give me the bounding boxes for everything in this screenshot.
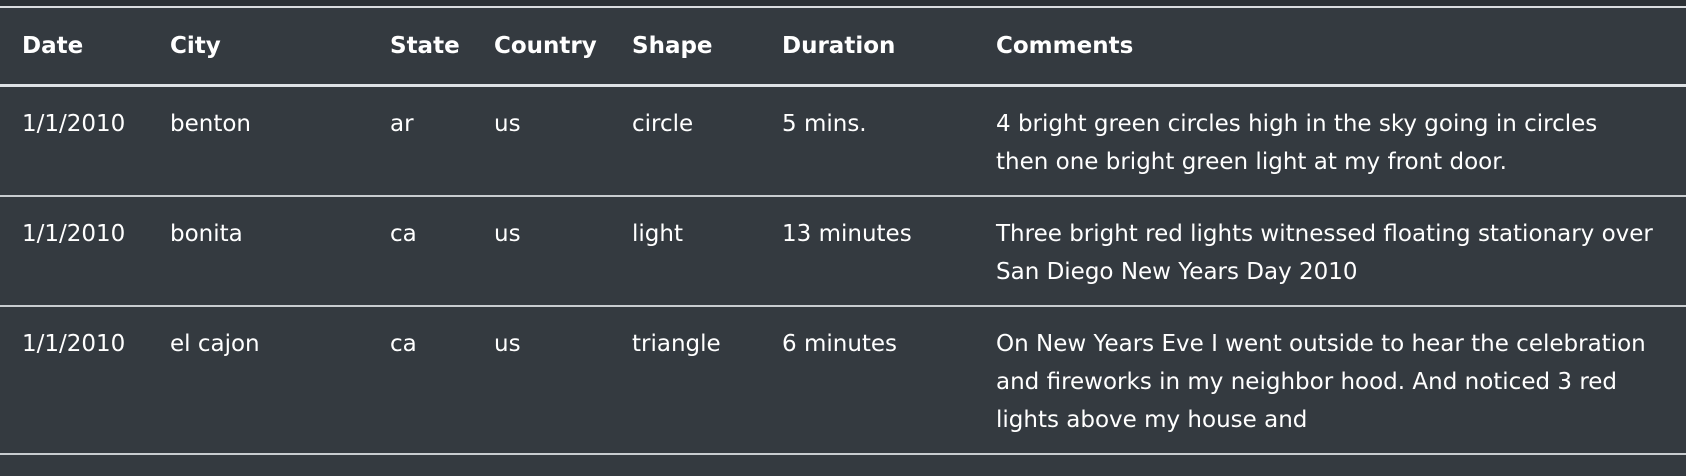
table-header: Date City State Country Shape Duration C… <box>0 8 1686 87</box>
cell-city: el cajon <box>148 306 368 455</box>
cell-comments: 4 bright green circles high in the sky g… <box>974 85 1686 197</box>
cell-shape: circle <box>610 85 760 197</box>
cell-country: us <box>472 85 610 197</box>
table-top-border <box>0 0 1686 8</box>
cell-duration: 6 minutes <box>760 306 974 455</box>
cell-state: ca <box>368 196 472 307</box>
cell-state: ca <box>368 306 472 455</box>
column-header-duration: Duration <box>760 8 974 87</box>
cell-city: benton <box>148 85 368 197</box>
cell-comments: Three bright red lights witnessed floati… <box>974 196 1686 307</box>
cell-date: 1/1/2010 <box>0 306 148 455</box>
table-header-row: Date City State Country Shape Duration C… <box>0 8 1686 87</box>
cell-date: 1/1/2010 <box>0 196 148 307</box>
ufo-sightings-table-container: Date City State Country Shape Duration C… <box>0 8 1686 455</box>
table-body: 1/1/2010 benton ar us circle 5 mins. 4 b… <box>0 85 1686 455</box>
cell-country: us <box>472 306 610 455</box>
column-header-country: Country <box>472 8 610 87</box>
ufo-sightings-table: Date City State Country Shape Duration C… <box>0 8 1686 455</box>
column-header-comments: Comments <box>974 8 1686 87</box>
column-header-city: City <box>148 8 368 87</box>
cell-city: bonita <box>148 196 368 307</box>
column-header-date: Date <box>0 8 148 87</box>
table-row: 1/1/2010 el cajon ca us triangle 6 minut… <box>0 306 1686 455</box>
cell-comments: On New Years Eve I went outside to hear … <box>974 306 1686 455</box>
table-row: 1/1/2010 benton ar us circle 5 mins. 4 b… <box>0 85 1686 197</box>
cell-shape: triangle <box>610 306 760 455</box>
cell-country: us <box>472 196 610 307</box>
cell-duration: 13 minutes <box>760 196 974 307</box>
cell-date: 1/1/2010 <box>0 85 148 197</box>
column-header-shape: Shape <box>610 8 760 87</box>
cell-state: ar <box>368 85 472 197</box>
table-row: 1/1/2010 bonita ca us light 13 minutes T… <box>0 196 1686 307</box>
cell-duration: 5 mins. <box>760 85 974 197</box>
cell-shape: light <box>610 196 760 307</box>
column-header-state: State <box>368 8 472 87</box>
